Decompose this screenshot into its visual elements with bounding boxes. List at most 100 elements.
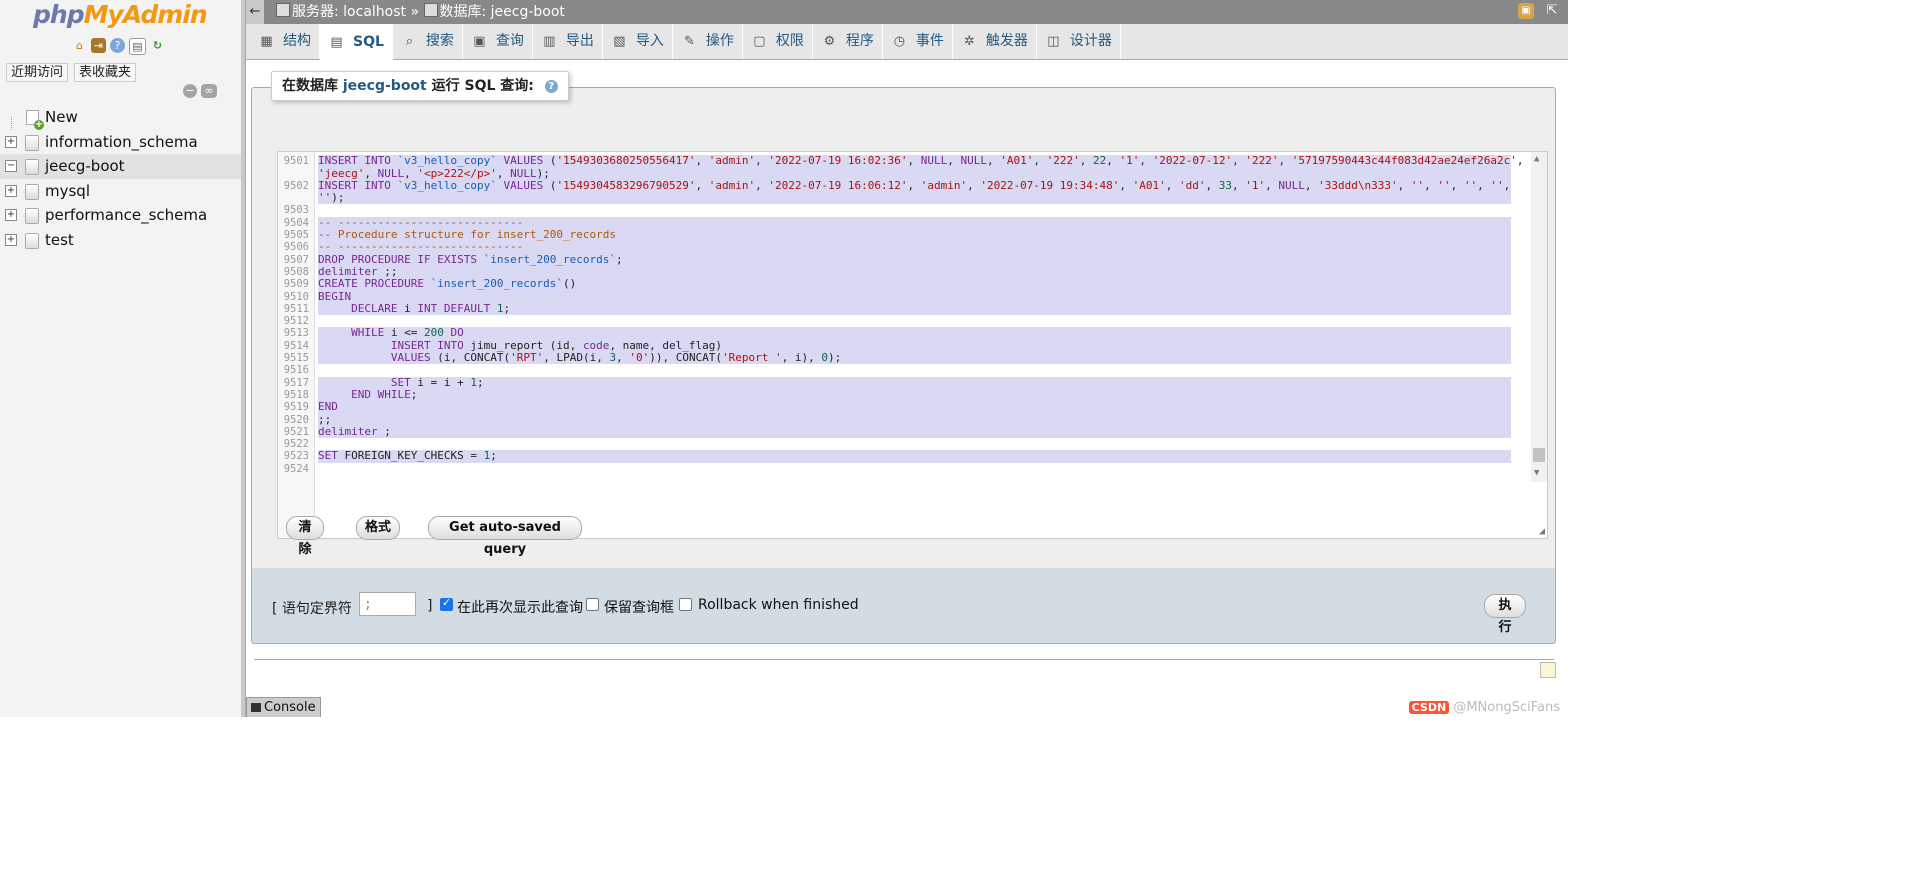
breadcrumb-database[interactable]: 数据库: jeecg-boot [440,4,565,20]
collapse-icon[interactable]: − [5,160,17,172]
tab-privileges[interactable]: ▢ 权限 [743,24,813,59]
editor-scrollbar[interactable]: ▲ ▼ [1531,152,1547,482]
logout-icon[interactable]: ⇥ [91,38,106,53]
tab-operations[interactable]: ✎ 操作 [673,24,743,59]
tab-routines[interactable]: ⚙ 程序 [813,24,883,59]
line-number: 9504 [283,216,309,229]
link-icon[interactable]: ∞ [201,84,217,98]
line-number: 9517 [283,376,309,389]
rollback-checkbox[interactable] [679,598,692,611]
db-item-jeecg-boot[interactable]: − jeecg-boot [0,154,241,179]
tab-label: 事件 [915,33,944,49]
tab-triggers[interactable]: ✲ 触发器 [953,24,1037,59]
reload-icon[interactable]: ↻ [150,38,165,53]
code-text: DROP PROCEDURE IF EXISTS `insert_200_rec… [318,253,1511,266]
tab-bar: ▦ 结构 ▤ SQL ⌕ 搜索 ▣ 查询 ▥ 导出 ▧ 导入 ✎ 操作 ▢ 权限 ⚙ 程序 ◷ 事件 ✲ 触发器 ◫ 设计器 [246,24,1568,60]
tab-label: 结构 [283,33,311,49]
line-number: 9507 [283,253,309,266]
main-content: 95009501INSERT INTO `v3_hello_copy` VALU… [246,60,1568,717]
tab-search[interactable]: ⌕ 搜索 [393,24,463,59]
nav-tools: − ∞ [183,84,217,98]
code-line: 9523 SET FOREIGN_KEY_CHECKS = 1; [278,450,1547,463]
triggers-icon: ✲ [963,34,975,49]
collapse-all-icon[interactable]: − [183,84,197,98]
recent-tab[interactable]: 近期访问 [6,63,69,82]
help-icon[interactable]: ? [110,38,125,53]
code-line: 9516 [278,364,1547,376]
scroll-thumb[interactable] [1533,448,1545,462]
tab-events[interactable]: ◷ 事件 [883,24,953,59]
delimiter-label-end: ] [427,598,433,614]
tab-structure[interactable]: ▦ 结构 [250,24,320,59]
tab-designer[interactable]: ◫ 设计器 [1037,24,1121,59]
favorites-tab[interactable]: 表收藏夹 [74,63,137,82]
home-icon[interactable]: ⌂ [72,38,87,53]
query-icon: ▣ [473,34,486,49]
console-button[interactable]: Console [246,697,321,717]
format-button[interactable]: 格式 [356,516,400,540]
collapse-top-icon[interactable]: ⇱ [1544,3,1560,19]
code-text: delimiter ; [318,425,1511,439]
server-icon [276,3,290,17]
breadcrumb-bar: ← 服务器: localhost » 数据库: jeecg-boot ▣ ⇱ [246,0,1568,24]
db-item-test[interactable]: + test [0,228,241,253]
db-item-mysql[interactable]: + mysql [0,179,241,204]
resize-handle-icon[interactable]: ◢ [1539,526,1545,537]
code-text: END WHILE; [318,388,1511,402]
line-number: 9515 [283,352,309,365]
breadcrumb-server[interactable]: 服务器: localhost [292,4,406,20]
line-number: 9518 [283,388,309,401]
database-tree: New + information_schema − jeecg-boot + … [0,105,241,252]
top-icons: ▣ ⇱ [1518,3,1560,19]
database-icon [25,208,39,224]
db-item-performance-schema[interactable]: + performance_schema [0,203,241,228]
legend-db-name[interactable]: jeecg-boot [343,78,427,94]
line-number: 9521 [283,425,309,438]
sql-icon: ▤ [330,34,343,50]
scroll-down-icon[interactable]: ▼ [1534,468,1539,478]
nav-icon-bar: ⌂ ⇥ ? ▤ ↻ [72,38,165,55]
scroll-up-icon[interactable]: ▲ [1534,154,1539,164]
db-item-information-schema[interactable]: + information_schema [0,130,241,155]
lock-icon[interactable]: ▣ [1518,3,1534,19]
legend-suffix: 运行 SQL 查询: [431,78,534,94]
go-button[interactable]: 执行 [1484,594,1526,635]
docs-icon[interactable]: ▤ [129,38,146,55]
expand-icon[interactable]: + [5,135,17,148]
db-name: New [45,108,78,126]
code-line: 9512 [278,315,1547,327]
clear-button[interactable]: 清除 [286,516,324,557]
sql-editor[interactable]: 95009501INSERT INTO `v3_hello_copy` VALU… [277,151,1548,539]
csdn-badge: CSDN [1408,701,1450,714]
navigation-panel: phpMyAdmin ⌂ ⇥ ? ▤ ↻ 近期访问 表收藏夹 − ∞ New +… [0,0,241,717]
code-line: 9507 DROP PROCEDURE IF EXISTS `insert_200… [278,253,1547,266]
designer-icon: ◫ [1047,34,1060,49]
expand-icon[interactable]: + [5,184,17,197]
phpmyadmin-logo[interactable]: phpMyAdmin [33,0,208,29]
line-number: 9509 [283,278,309,291]
divider [254,659,1554,660]
database-icon [25,134,39,151]
expand-icon[interactable]: + [5,209,17,221]
tab-import[interactable]: ▧ 导入 [603,24,673,59]
db-item-new[interactable]: New [0,105,241,130]
tab-label: 查询 [495,33,524,49]
show-query-again-checkbox[interactable] [440,596,453,611]
code-text: ;; [318,413,1511,426]
line-number: 9508 [283,265,309,278]
get-auto-saved-query-button[interactable]: Get auto-saved query [428,516,582,557]
delimiter-input[interactable]: ; [359,592,416,616]
structure-icon: ▦ [260,34,273,49]
retain-query-box-checkbox[interactable] [586,598,599,611]
code-line: 9524 [278,463,1547,475]
db-name: information_schema [45,132,198,151]
tab-query[interactable]: ▣ 查询 [463,24,533,59]
database-icon [25,232,39,249]
expand-icon[interactable]: + [5,233,17,246]
tab-sql[interactable]: ▤ SQL [320,24,393,60]
bookmark-icon[interactable] [1540,662,1556,678]
help-icon[interactable]: ? [544,80,558,93]
database-icon [25,183,39,200]
tab-export[interactable]: ▥ 导出 [533,24,603,59]
back-arrow-icon[interactable]: ← [246,0,264,24]
